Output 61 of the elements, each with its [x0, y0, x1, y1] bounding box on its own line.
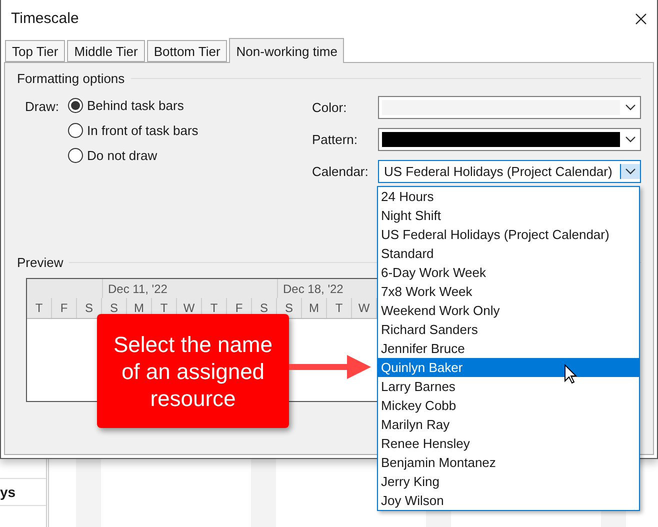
dropdown-option[interactable]: Weekend Work Only: [378, 301, 639, 320]
day-label: W: [183, 301, 195, 315]
day-label: T: [210, 301, 218, 315]
pattern-dropdown[interactable]: [378, 128, 641, 151]
dropdown-option[interactable]: Richard Sanders: [378, 320, 639, 339]
dropdown-option[interactable]: Larry Barnes: [378, 377, 639, 396]
day-label: W: [358, 301, 370, 315]
close-icon[interactable]: [635, 12, 647, 24]
dropdown-option[interactable]: Benjamin Montanez: [378, 453, 639, 472]
dropdown-option[interactable]: Joy Wilson: [378, 491, 639, 510]
dropdown-option[interactable]: 24 Hours: [378, 187, 639, 206]
dropdown-option[interactable]: Quinlyn Baker: [378, 358, 639, 377]
radio-button[interactable]: [68, 148, 83, 163]
tab[interactable]: Middle Tier: [67, 40, 145, 62]
calendar-dropdown[interactable]: US Federal Holidays (Project Calendar): [378, 160, 641, 183]
day-label: T: [335, 301, 343, 315]
dropdown-option[interactable]: Marilyn Ray: [378, 415, 639, 434]
color-dropdown[interactable]: [378, 96, 641, 119]
cursor-icon: [564, 364, 577, 384]
radio-button[interactable]: [68, 98, 83, 113]
dropdown-option[interactable]: Night Shift: [378, 206, 639, 225]
dropdown-option[interactable]: 6-Day Work Week: [378, 263, 639, 282]
day-label: S: [110, 301, 118, 315]
day-label: F: [60, 301, 68, 315]
day-label: S: [260, 301, 268, 315]
chevron-down-icon: [624, 104, 636, 111]
day-label: T: [160, 301, 168, 315]
chevron-down-icon: [624, 136, 636, 143]
dropdown-option[interactable]: US Federal Holidays (Project Calendar): [378, 225, 639, 244]
week-label: Dec 18, '22: [283, 282, 344, 296]
dropdown-option[interactable]: Mickey Cobb: [378, 396, 639, 415]
day-label: S: [284, 301, 293, 315]
tab[interactable]: Non-working time: [229, 38, 344, 63]
day-label: S: [84, 301, 93, 315]
dropdown-option[interactable]: Renee Hensley: [378, 434, 639, 453]
radio-label[interactable]: Do not draw: [87, 148, 158, 163]
radio-label[interactable]: Behind task bars: [87, 98, 184, 113]
day-label: M: [134, 301, 144, 315]
day-label: T: [35, 301, 43, 315]
draw-label: Draw:: [25, 98, 60, 116]
table-cell: ys: [0, 478, 46, 506]
field-label: Pattern:: [312, 132, 359, 147]
dropdown-option[interactable]: Jennifer Bruce: [378, 339, 639, 358]
field-label: Color:: [312, 100, 348, 115]
radio-label[interactable]: In front of task bars: [87, 123, 198, 138]
day-label: F: [235, 301, 243, 315]
tab[interactable]: Bottom Tier: [146, 40, 228, 62]
arrow-icon: [289, 354, 373, 380]
tab[interactable]: Top Tier: [5, 40, 66, 62]
radio-button[interactable]: [68, 123, 83, 138]
group-label: Formatting options: [17, 71, 125, 86]
dropdown-option[interactable]: 7x8 Work Week: [378, 282, 639, 301]
field-label: Calendar:: [312, 164, 370, 179]
callout: Select the name of an assigned resource: [97, 314, 289, 428]
window-title: Timescale: [11, 10, 79, 27]
group-label: Preview: [17, 255, 64, 270]
dropdown-option[interactable]: Jerry King: [378, 472, 639, 491]
week-label: Dec 11, '22: [108, 282, 168, 296]
day-label: M: [309, 301, 319, 315]
dropdown-option[interactable]: Standard: [378, 244, 639, 263]
chevron-down-icon: [625, 168, 636, 175]
